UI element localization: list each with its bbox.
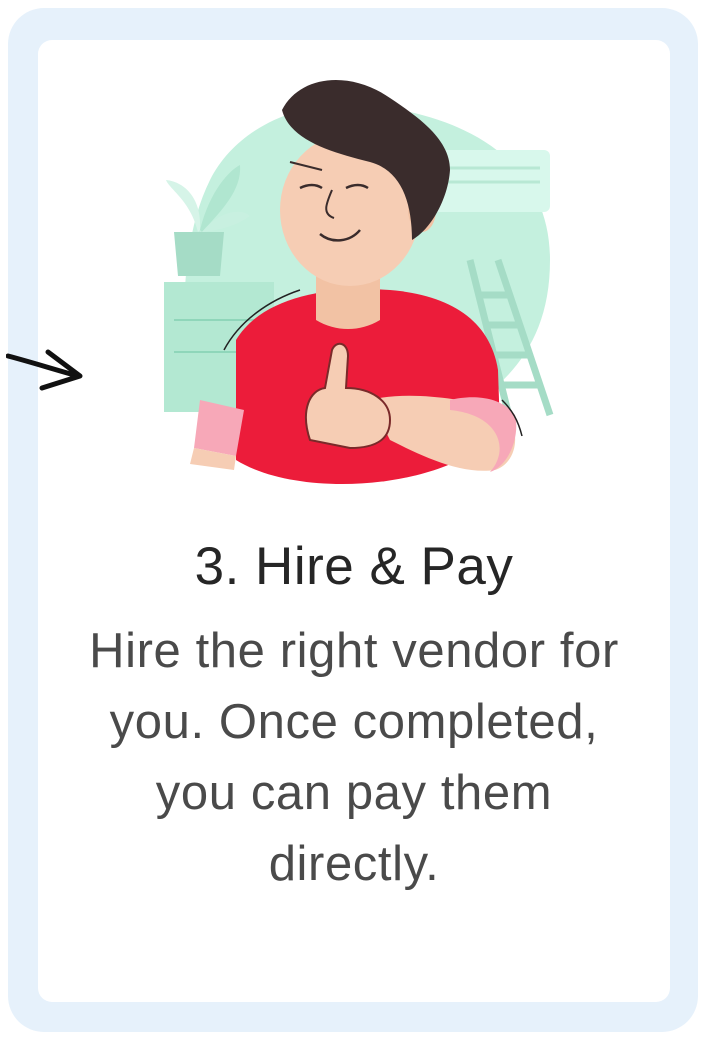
step-title: 3. Hire & Pay (194, 537, 514, 596)
arrow-right-icon (6, 349, 83, 391)
step-description: Hire the right vendor for you. Once comp… (89, 624, 619, 891)
thumbs-up-person-illustration (164, 79, 554, 484)
